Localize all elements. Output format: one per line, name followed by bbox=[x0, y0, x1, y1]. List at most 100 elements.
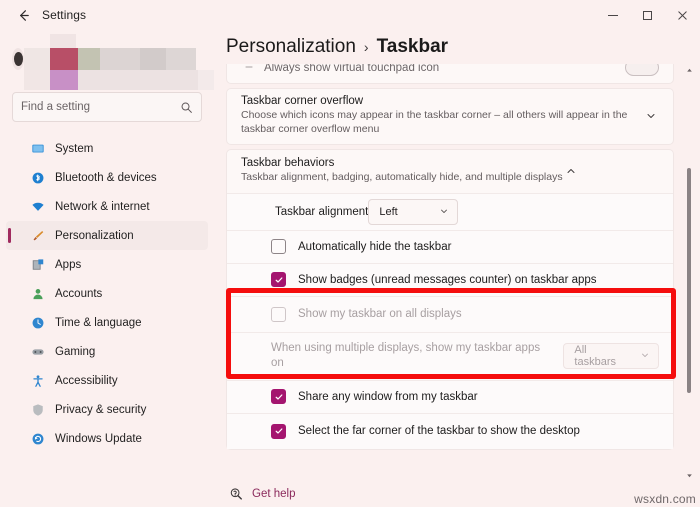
auto-hide-taskbar-checkbox[interactable] bbox=[271, 239, 286, 255]
show-taskbar-all-displays-row[interactable]: Show my taskbar on all displays bbox=[227, 295, 673, 332]
multi-display-apps-row: When using multiple displays, show my ta… bbox=[227, 331, 673, 380]
multi-display-apps-label: When using multiple displays, show my ta… bbox=[271, 341, 541, 370]
chevron-up-icon[interactable] bbox=[563, 165, 579, 177]
sidebar-item-label: Windows Update bbox=[55, 432, 142, 445]
virtual-touchpad-toggle[interactable] bbox=[625, 64, 659, 76]
show-taskbar-all-displays-checkbox bbox=[271, 306, 286, 322]
sidebar-item-accessibility[interactable]: Accessibility bbox=[6, 366, 208, 395]
search-box[interactable] bbox=[12, 92, 202, 122]
behaviors-title: Taskbar behaviors bbox=[241, 156, 335, 169]
corner-overflow-title: Taskbar corner overflow bbox=[241, 95, 364, 107]
taskbar-alignment-row: Taskbar alignment Left bbox=[227, 192, 673, 230]
settings-scroll-area: Always show virtual touchpad icon Taskba… bbox=[226, 64, 700, 481]
scrollbar-track[interactable] bbox=[682, 76, 696, 469]
virtual-touchpad-row-clipped[interactable]: Always show virtual touchpad icon bbox=[226, 64, 674, 84]
sidebar-item-windows-update[interactable]: Windows Update bbox=[6, 424, 208, 453]
wifi-icon bbox=[30, 199, 45, 214]
scrollbar-thumb[interactable] bbox=[687, 168, 691, 393]
taskbar-alignment-dropdown[interactable]: Left bbox=[368, 198, 459, 225]
settings-list: Always show virtual touchpad icon Taskba… bbox=[226, 64, 674, 450]
sidebar-item-system[interactable]: System bbox=[6, 134, 208, 163]
auto-hide-taskbar-label: Automatically hide the taskbar bbox=[298, 240, 452, 253]
sidebar-item-label: Network & internet bbox=[55, 200, 150, 213]
back-button[interactable] bbox=[8, 2, 38, 28]
watermark: wsxdn.com bbox=[634, 492, 696, 506]
page-title: Taskbar bbox=[376, 36, 449, 57]
bluetooth-icon bbox=[30, 170, 45, 185]
taskbar-corner-overflow-card[interactable]: Taskbar corner overflow Choose which ico… bbox=[226, 88, 674, 145]
sidebar-item-apps[interactable]: Apps bbox=[6, 250, 208, 279]
sidebar-item-label: System bbox=[55, 142, 94, 155]
behaviors-subtitle: Taskbar alignment, badging, automaticall… bbox=[241, 170, 563, 183]
paintbrush-icon bbox=[30, 228, 45, 243]
sidebar-item-network-internet[interactable]: Network & internet bbox=[6, 192, 208, 221]
get-help-link[interactable]: Get help bbox=[252, 488, 295, 500]
sidebar-item-label: Time & language bbox=[55, 316, 142, 329]
window-body: System Bluetooth & devices Network & int… bbox=[0, 30, 700, 507]
sidebar-item-label: Personalization bbox=[55, 229, 134, 242]
clock-icon bbox=[30, 315, 45, 330]
monitor-icon bbox=[30, 141, 45, 156]
footer: Get help wsxdn.com bbox=[226, 481, 700, 507]
title-bar: Settings bbox=[0, 0, 700, 30]
user-profile-blurred[interactable] bbox=[12, 34, 222, 90]
breadcrumb-parent[interactable]: Personalization bbox=[226, 36, 356, 58]
sidebar-item-privacy-security[interactable]: Privacy & security bbox=[6, 395, 208, 424]
auto-hide-taskbar-row[interactable]: Automatically hide the taskbar bbox=[227, 229, 673, 263]
sidebar-item-personalization[interactable]: Personalization bbox=[6, 221, 208, 250]
sidebar: System Bluetooth & devices Network & int… bbox=[0, 30, 222, 507]
show-badges-checkbox[interactable] bbox=[271, 272, 286, 288]
far-corner-show-desktop-label: Select the far corner of the taskbar to … bbox=[298, 425, 580, 438]
far-corner-show-desktop-row[interactable]: Select the far corner of the taskbar to … bbox=[227, 412, 673, 449]
show-taskbar-all-displays-label: Show my taskbar on all displays bbox=[298, 308, 462, 321]
sidebar-item-label: Gaming bbox=[55, 345, 96, 358]
scroll-up-arrow-icon[interactable] bbox=[686, 64, 693, 76]
account-icon bbox=[30, 286, 45, 301]
accessibility-icon bbox=[30, 373, 45, 388]
taskbar-alignment-label: Taskbar alignment bbox=[275, 205, 369, 218]
breadcrumb-separator-icon: › bbox=[363, 39, 369, 55]
maximize-button[interactable] bbox=[630, 0, 664, 30]
corner-overflow-subtitle: Choose which icons may appear in the tas… bbox=[241, 109, 628, 135]
chevron-down-icon[interactable] bbox=[643, 110, 659, 122]
gamepad-icon bbox=[30, 344, 45, 359]
search-input[interactable] bbox=[21, 101, 180, 113]
far-corner-show-desktop-checkbox[interactable] bbox=[271, 423, 286, 439]
close-icon bbox=[677, 10, 687, 20]
search-icon bbox=[180, 101, 193, 114]
taskbar-alignment-value: Left bbox=[379, 205, 398, 218]
virtual-touchpad-label: Always show virtual touchpad icon bbox=[264, 64, 440, 74]
share-any-window-label: Share any window from my taskbar bbox=[298, 390, 478, 403]
share-any-window-row[interactable]: Share any window from my taskbar bbox=[227, 379, 673, 413]
minimize-button[interactable] bbox=[596, 0, 630, 30]
sidebar-item-label: Accessibility bbox=[55, 374, 118, 387]
sidebar-item-label: Bluetooth & devices bbox=[55, 171, 157, 184]
taskbar-behaviors-card: Taskbar behaviors Taskbar alignment, bad… bbox=[226, 148, 674, 450]
breadcrumb: Personalization › Taskbar bbox=[226, 36, 700, 58]
sidebar-item-bluetooth-devices[interactable]: Bluetooth & devices bbox=[6, 163, 208, 192]
show-badges-row[interactable]: Show badges (unread messages counter) on… bbox=[227, 262, 673, 296]
scroll-down-arrow-icon[interactable] bbox=[686, 469, 693, 481]
update-icon bbox=[30, 431, 45, 446]
sidebar-item-label: Apps bbox=[55, 258, 82, 271]
window-controls bbox=[596, 0, 700, 30]
multi-display-apps-value: All taskbars bbox=[574, 344, 616, 369]
app-title: Settings bbox=[42, 8, 87, 22]
multi-display-apps-dropdown: All taskbars bbox=[563, 343, 659, 370]
sidebar-item-gaming[interactable]: Gaming bbox=[6, 337, 208, 366]
sidebar-item-label: Accounts bbox=[55, 287, 103, 300]
show-badges-label: Show badges (unread messages counter) on… bbox=[298, 273, 597, 286]
sidebar-item-time-language[interactable]: Time & language bbox=[6, 308, 208, 337]
minimize-icon bbox=[608, 14, 618, 16]
share-any-window-checkbox[interactable] bbox=[271, 389, 286, 405]
settings-window: Settings Find a setting System Bluetooth… bbox=[0, 0, 700, 507]
taskbar-behaviors-header[interactable]: Taskbar behaviors Taskbar alignment, bad… bbox=[227, 150, 673, 193]
shield-icon bbox=[30, 402, 45, 417]
content-scrollbar[interactable] bbox=[682, 64, 696, 481]
close-button[interactable] bbox=[664, 0, 700, 30]
chevron-down-icon bbox=[439, 206, 449, 218]
apps-icon bbox=[30, 257, 45, 272]
main-content: Personalization › Taskbar Always show vi… bbox=[214, 30, 700, 507]
chevron-down-icon bbox=[640, 350, 650, 362]
sidebar-item-accounts[interactable]: Accounts bbox=[6, 279, 208, 308]
